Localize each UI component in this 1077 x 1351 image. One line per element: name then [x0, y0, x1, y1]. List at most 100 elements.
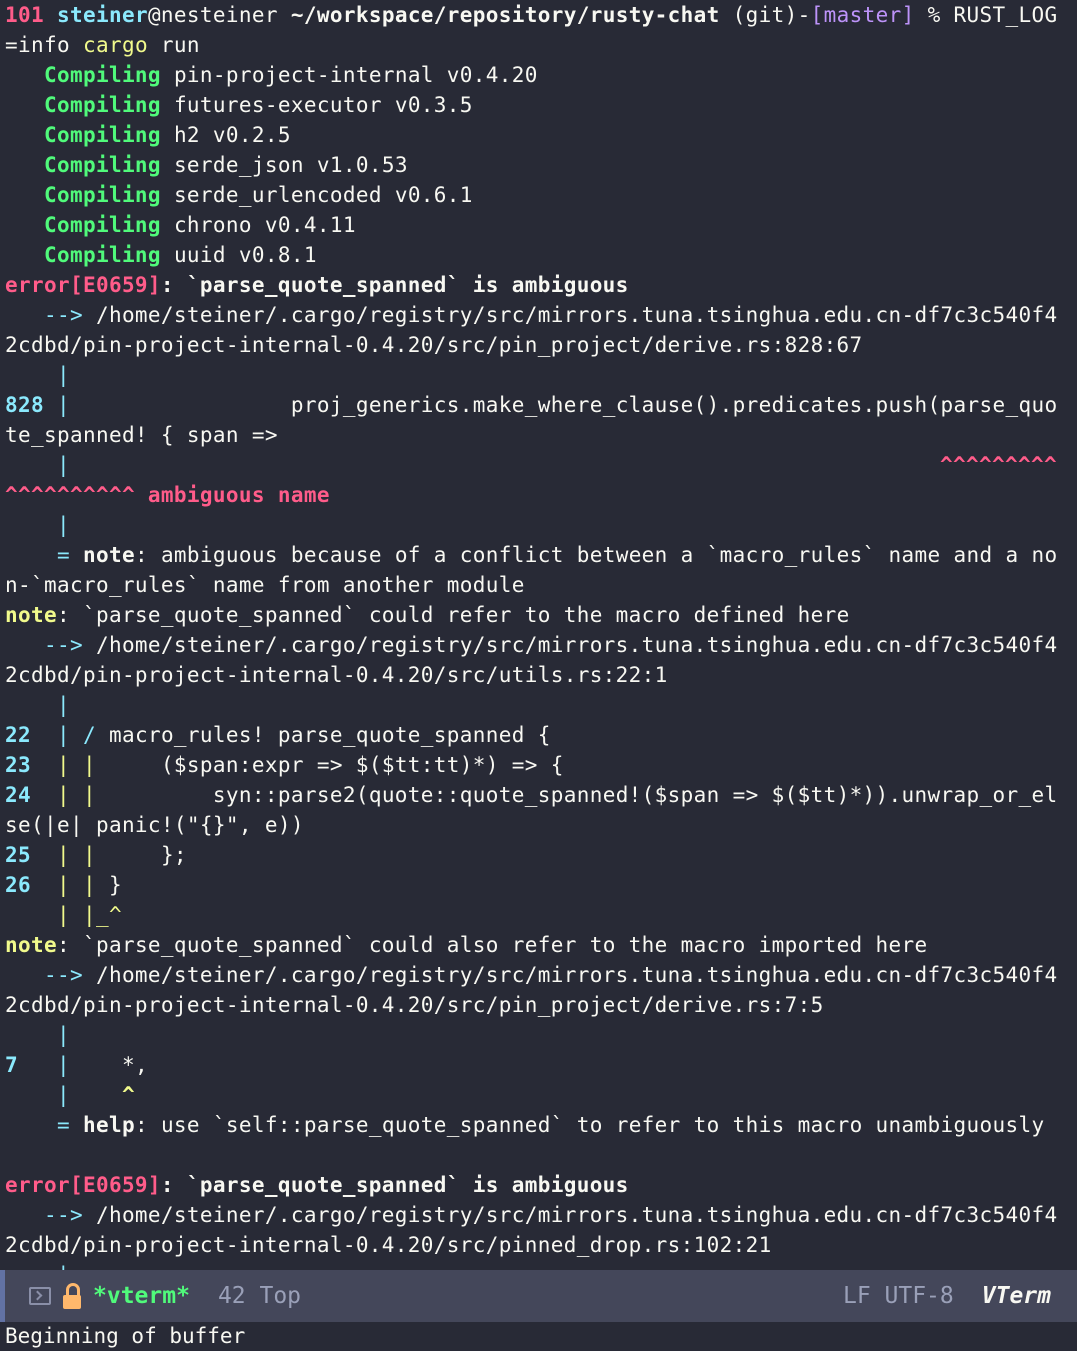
source-code: macro_rules! parse_quote_spanned {: [108, 723, 551, 747]
crate-name: serde_urlencoded v0.6.1: [173, 183, 473, 207]
gutter-bar: |: [56, 1083, 70, 1107]
arrow-icon: -->: [5, 303, 96, 327]
gutter-bar: |: [56, 1023, 70, 1047]
buffer-position: 42 Top: [217, 1283, 302, 1309]
error-message: : `parse_quote_spanned` is ambiguous: [160, 273, 629, 297]
prompt-branch: [master]: [810, 3, 915, 27]
caret-marker: ^^^^^^^^^: [940, 453, 1057, 477]
file-path: 2cdbd/pin-project-internal-0.4.20/src/pi…: [5, 1233, 772, 1257]
source-line-wrap: te_spanned! { span =>: [0, 420, 1077, 450]
compile-line: Compiling pin-project-internal v0.4.20: [0, 60, 1077, 90]
compiling-word: Compiling: [43, 243, 161, 267]
gutter-line: |: [0, 360, 1077, 390]
command-args: run: [147, 33, 200, 57]
gutter-bar: |: [56, 363, 70, 387]
prompt-command: % RUST_LOG: [914, 3, 1058, 27]
file-path: /home/steiner/.cargo/registry/src/mirror…: [95, 963, 1058, 987]
location-line: --> /home/steiner/.cargo/registry/src/mi…: [0, 300, 1077, 330]
location-line: --> /home/steiner/.cargo/registry/src/mi…: [0, 1200, 1077, 1230]
gutter-bar: | |: [31, 783, 213, 807]
source-code: syn::parse2(quote::quote_spanned!($span …: [212, 783, 1058, 807]
compile-line: Compiling serde_json v1.0.53: [0, 150, 1077, 180]
gutter-bar: |: [56, 513, 70, 537]
prompt-vcs: (git)-: [732, 3, 811, 27]
file-path: 2cdbd/pin-project-internal-0.4.20/src/pi…: [5, 333, 863, 357]
caret-line: | ^: [0, 1080, 1077, 1110]
line-number: 25: [5, 843, 31, 867]
compile-line: Compiling serde_urlencoded v0.6.1: [0, 180, 1077, 210]
major-mode[interactable]: VTerm: [982, 1283, 1051, 1309]
source-line: 24 | | syn::parse2(quote::quote_spanned!…: [0, 780, 1077, 810]
eq-marker: =: [5, 543, 83, 567]
arrow-icon: -->: [5, 963, 96, 987]
line-number: 7: [5, 1053, 18, 1077]
note-message: : ambiguous because of a conflict betwee…: [134, 543, 1058, 567]
help-message: : use `self::parse_quote_spanned` to ref…: [134, 1113, 1045, 1137]
gutter-bar: |: [57, 1263, 70, 1270]
caret-marker: ^^^^^^^^^^: [5, 483, 135, 507]
source-line-wrap: se(|e| panic!("{}", e)): [0, 810, 1077, 840]
prompt-host: @nesteiner: [147, 3, 278, 27]
compile-line: Compiling h2 v0.2.5: [0, 120, 1077, 150]
terminal-icon: [29, 1287, 51, 1305]
caret-line: ^^^^^^^^^^ ambiguous name: [0, 480, 1077, 510]
source-code: ($span:expr => $($tt:tt)*) => {: [160, 753, 564, 777]
location-line-wrap: 2cdbd/pin-project-internal-0.4.20/src/pi…: [0, 1230, 1077, 1260]
crate-name: uuid v0.8.1: [173, 243, 317, 267]
source-line: 26 | | }: [0, 870, 1077, 900]
prompt-user: steiner: [56, 3, 148, 27]
file-path: /home/steiner/.cargo/registry/src/mirror…: [95, 633, 1058, 657]
prompt-path: ~/workspace/repository/rusty-chat: [290, 3, 720, 27]
file-path: 2cdbd/pin-project-internal-0.4.20/src/pi…: [5, 993, 824, 1017]
note-line: = note: ambiguous because of a conflict …: [0, 540, 1077, 570]
crate-name: h2 v0.2.5: [173, 123, 291, 147]
gutter-bar: |: [56, 1053, 70, 1077]
terminal-output[interactable]: 101 steiner@nesteiner ~/workspace/reposi…: [0, 0, 1077, 1270]
encoding-indicator[interactable]: LF UTF-8: [843, 1283, 954, 1309]
error-code: error[E0659]: [5, 1173, 161, 1197]
gutter-line: |: [0, 1020, 1077, 1050]
compiling-word: Compiling: [43, 63, 161, 87]
crate-name: serde_json v1.0.53: [173, 153, 408, 177]
gutter-bar: | |: [31, 843, 161, 867]
source-line: 23 | | ($span:expr => $($tt:tt)*) => {: [0, 750, 1077, 780]
location-line-wrap: 2cdbd/pin-project-internal-0.4.20/src/ut…: [0, 660, 1077, 690]
gutter-bar: | |: [31, 873, 109, 897]
compile-line: Compiling chrono v0.4.11: [0, 210, 1077, 240]
line-number: 828: [5, 393, 44, 417]
help-line: = help: use `self::parse_quote_spanned` …: [0, 1110, 1077, 1140]
location-line: --> /home/steiner/.cargo/registry/src/mi…: [0, 630, 1077, 660]
command-name: cargo: [82, 33, 148, 57]
buffer-name[interactable]: *vterm*: [93, 1283, 190, 1309]
note-header: note: `parse_quote_spanned` could also r…: [0, 930, 1077, 960]
line-number: 24: [5, 783, 31, 807]
note-header: note: `parse_quote_spanned` could refer …: [0, 600, 1077, 630]
gutter-line: |: [0, 690, 1077, 720]
gutter-bar: | |: [31, 753, 161, 777]
compiling-word: Compiling: [43, 123, 161, 147]
source-line: 25 | | };: [0, 840, 1077, 870]
gutter-line: |: [0, 510, 1077, 540]
arrow-icon: -->: [5, 633, 96, 657]
mode-line: *vterm* 42 Top LF UTF-8 VTerm: [0, 1270, 1077, 1322]
source-line: 7 | *,: [0, 1050, 1077, 1080]
echo-area: Beginning of buffer: [5, 1324, 246, 1348]
error-code: error[E0659]: [5, 273, 161, 297]
source-code: te_spanned! { span =>: [5, 423, 278, 447]
prompt-line: 101 steiner@nesteiner ~/workspace/reposi…: [0, 0, 1077, 30]
note-message: : `parse_quote_spanned` could also refer…: [56, 933, 928, 957]
compiling-word: Compiling: [43, 153, 161, 177]
line-number: 23: [5, 753, 31, 777]
source-code: }: [108, 873, 122, 897]
error-label: ambiguous name: [134, 483, 330, 507]
file-path: 2cdbd/pin-project-internal-0.4.20/src/ut…: [5, 663, 668, 687]
eq-marker: =: [5, 1113, 83, 1137]
file-path: /home/steiner/.cargo/registry/src/mirror…: [95, 303, 1058, 327]
caret-marker: ^: [121, 1083, 135, 1107]
gutter-bar: |: [56, 453, 70, 477]
gutter-bar: |: [56, 393, 70, 417]
span-end-line: | |_^: [0, 900, 1077, 930]
note-label: note: [5, 933, 57, 957]
compile-line: Compiling futures-executor v0.3.5: [0, 90, 1077, 120]
